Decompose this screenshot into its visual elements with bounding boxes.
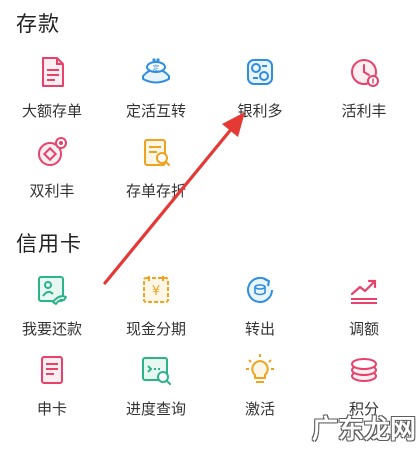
transfer-out-icon [247,276,273,303]
double-coin-icon [38,137,67,166]
deposit-item-passbook[interactable]: 存单存折 [104,134,208,214]
deposit-item-label: 银利多 [237,102,283,120]
credit-item-adjust-limit[interactable]: 调额 [312,272,416,352]
watermark-text: 广东龙网 [311,415,416,445]
credit-item-label: 转出 [244,320,275,338]
document-icon [42,57,64,87]
next-section-title-peek [16,440,76,450]
deposit-item-label: 活利丰 [341,102,387,120]
passbook-icon [144,139,170,166]
deposit-item-huolifeng[interactable]: 活利丰 [312,54,416,134]
credit-item-label: 我要还款 [21,320,82,338]
deposit-item-fixed-current-switch[interactable]: 定 定活互转 [104,54,208,134]
section-title-credit-card: 信用卡 [16,232,82,256]
svg-text:¥: ¥ [152,284,160,299]
deposit-item-label: 定活互转 [125,102,186,120]
points-icon [351,358,377,382]
clock-coin-icon [351,59,379,87]
lightbulb-icon [246,354,274,383]
trend-chart-icon [350,279,377,304]
credit-item-transfer-out[interactable]: 转出 [208,272,312,352]
section-title-deposit: 存款 [16,12,60,36]
progress-search-icon [142,357,171,385]
repay-icon [38,276,67,305]
credit-item-progress-search[interactable]: 进度查询 [104,352,208,432]
credit-item-label: 调额 [348,320,379,338]
deposit-item-label: 双利丰 [29,182,75,200]
credit-item-label: 激活 [244,400,275,418]
credit-item-cash-installment[interactable]: ¥ 现金分期 [104,272,208,352]
svg-text:定: 定 [153,63,160,72]
credit-item-label: 进度查询 [125,400,186,418]
deposit-item-label: 存单存折 [125,182,186,200]
coins-exchange-icon [247,59,273,85]
deposit-item-yinliduo[interactable]: 银利多 [208,54,312,134]
credit-item-label: 现金分期 [125,320,186,338]
credit-item-activate[interactable]: 激活 [208,352,312,432]
credit-item-apply-card[interactable]: 申卡 [0,352,104,432]
deposit-item-large-cd[interactable]: 大额存单 [0,54,104,134]
credit-item-label: 申卡 [36,400,67,418]
coin-purse-icon: 定 [142,58,170,84]
deposit-item-shuanglifeng[interactable]: 双利丰 [0,134,104,214]
apply-card-icon [41,356,63,384]
credit-item-repay[interactable]: 我要还款 [0,272,104,352]
deposit-item-label: 大额存单 [21,102,82,120]
cash-installment-icon: ¥ [143,276,169,303]
